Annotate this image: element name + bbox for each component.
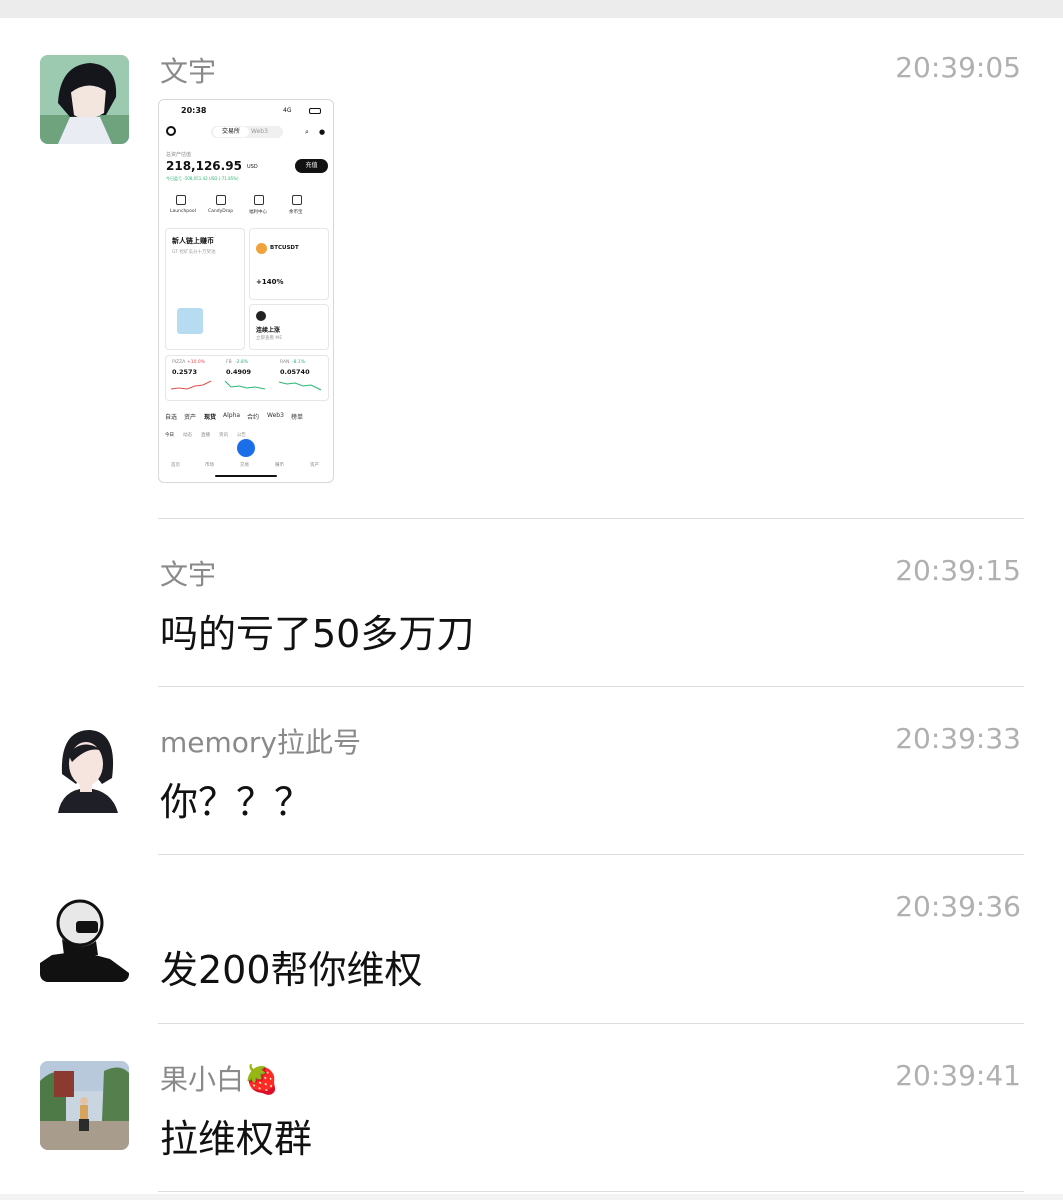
btc-icon: [256, 243, 267, 254]
btc-card: [249, 228, 329, 300]
sender-name: 果小白🍓: [160, 1063, 279, 1096]
avatar-guoxiaobai[interactable]: [40, 1061, 129, 1150]
message-time: 20:39:33: [895, 722, 1021, 755]
promo-title: 新人链上赚币: [172, 237, 214, 245]
nav-item: 市场: [205, 463, 214, 468]
candydrop-icon: [216, 195, 226, 205]
sender-name: memory拉此号: [160, 726, 361, 759]
app-logo-icon: [166, 126, 176, 136]
tab-web3: Web3: [251, 128, 268, 135]
earn-icon: [292, 195, 302, 205]
promo-subtitle: GT 挖矿瓜分十万奖池: [172, 250, 216, 255]
market-change: -8.1%: [292, 360, 306, 365]
bell-icon: ●: [319, 128, 326, 136]
message-time: 20:39:05: [895, 51, 1021, 84]
status-time: 20:38: [181, 106, 207, 115]
sub-tab: 动态: [183, 433, 192, 438]
message-time: 20:39:36: [895, 890, 1021, 923]
market-change: +10.0%: [187, 360, 206, 365]
message-text: 吗的亏了50多万刀: [160, 612, 475, 656]
sender-name: 文宇: [160, 55, 217, 88]
top-bar: [0, 0, 1063, 18]
avatar-helmet[interactable]: [40, 893, 129, 982]
message-divider: [158, 518, 1024, 519]
nav-item: 首页: [171, 463, 180, 468]
message-text: 你？？？: [160, 780, 313, 824]
sub-tab: 资讯: [219, 433, 228, 438]
message-text: 发200帮你维权: [160, 948, 423, 992]
bottom-tab: Alpha: [223, 412, 241, 419]
streak-icon: [256, 311, 266, 321]
nav-item: 资产: [310, 463, 319, 468]
message-text: 拉维权群: [160, 1117, 313, 1161]
streak-subtitle: 立即查看 ME: [256, 336, 283, 341]
battery-icon: [309, 108, 321, 114]
bottom-tab: 现货: [204, 414, 217, 421]
btc-change: +140%: [256, 278, 284, 286]
btc-pair: BTCUSDT: [270, 245, 299, 251]
bottom-tab: 合约: [247, 414, 260, 421]
message-divider: [158, 686, 1024, 687]
pnl-text: 今日盈亏 -508,051.42 USD (-71.85%): [166, 176, 239, 181]
message-divider: [158, 1023, 1024, 1024]
sender-name: 文宇: [160, 558, 217, 591]
shared-screenshot[interactable]: 20:38 4G 交易所 Web3 ⌕ ● 总资产估值 218,126.95 U…: [158, 99, 334, 483]
market-symbol: RAN: [280, 360, 290, 365]
market-change: -2.8%: [235, 360, 249, 365]
bottom-edge: [0, 1194, 1063, 1200]
avatar-memory[interactable]: [40, 724, 129, 813]
quick-link-label: Launchpool: [170, 209, 196, 214]
nav-item: 交易: [240, 463, 249, 468]
market-price: 0.4909: [226, 368, 252, 376]
market-price: 0.05740: [280, 368, 310, 376]
balance-label: 总资产估值: [166, 152, 192, 158]
sparkline-charts: [170, 380, 322, 391]
nav-item: 赚币: [275, 463, 284, 468]
bottom-tab: Web3: [267, 412, 284, 419]
sub-tab: 直播: [201, 433, 210, 438]
quick-link-label: 福利中心: [249, 210, 267, 215]
avatar-wenyu[interactable]: [40, 55, 129, 144]
rewards-icon: [254, 195, 264, 205]
launchpool-icon: [176, 195, 186, 205]
message-divider: [158, 854, 1024, 855]
streak-title: 连续上涨: [256, 327, 281, 334]
quick-link-label: CandyDrop: [208, 209, 234, 214]
market-symbol: FB: [226, 360, 232, 365]
home-indicator: [215, 475, 277, 477]
market-symbol: PIZZA: [172, 360, 186, 365]
quick-link-label: 余币宝: [289, 210, 303, 215]
gift-box-icon: [177, 308, 203, 334]
tab-exchange: 交易所: [213, 127, 249, 137]
sub-tab: 公告: [237, 433, 246, 438]
deposit-button: 充值: [295, 159, 328, 173]
message-time: 20:39:41: [895, 1059, 1021, 1092]
balance-unit: USD: [247, 164, 258, 170]
bottom-tab: 自选: [165, 414, 178, 421]
message-time: 20:39:15: [895, 554, 1021, 587]
bottom-tab: 资产: [184, 414, 197, 421]
sub-tab: 今日: [165, 433, 174, 438]
trade-fab-icon: [237, 439, 255, 457]
bottom-tab: 榜单: [291, 414, 304, 421]
balance-value: 218,126.95: [166, 159, 242, 173]
signal-indicator: 4G: [283, 107, 292, 114]
search-icon: ⌕: [305, 128, 309, 136]
message-divider: [158, 1191, 1024, 1192]
market-price: 0.2573: [172, 368, 198, 376]
